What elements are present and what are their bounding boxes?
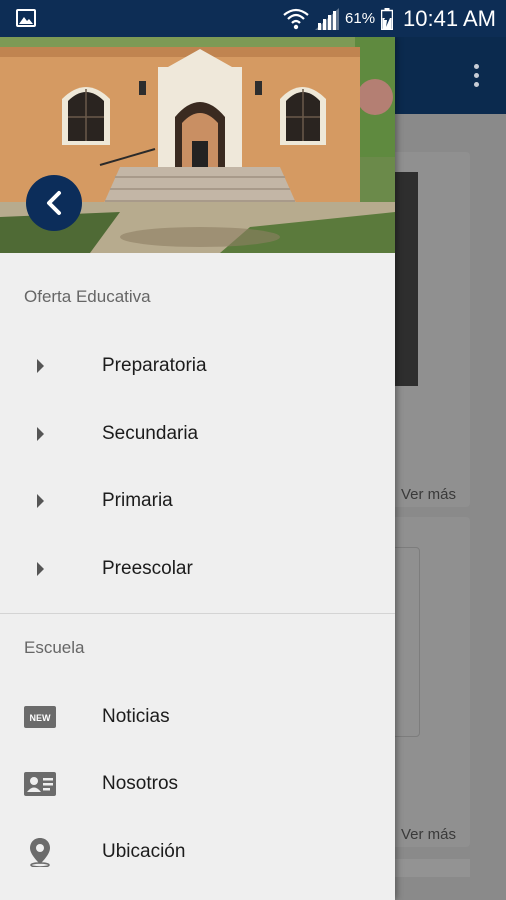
menu-item-label: Preescolar [102,558,193,579]
caret-right-icon [24,350,56,382]
back-button[interactable] [26,175,82,231]
overflow-menu-icon[interactable] [474,64,480,88]
news-icon: NEW [24,701,56,733]
menu-item-label: Noticias [102,706,170,727]
menu-item-label: Secundaria [102,423,199,444]
contact-card-icon [24,768,56,800]
caret-right-icon [24,418,56,450]
drawer-header-image [0,37,395,253]
location-pin-icon [24,836,56,868]
menu-item-ubicacion[interactable]: Ubicación [0,824,395,880]
menu-item-preparatoria[interactable]: Preparatoria [0,338,395,394]
navigation-drawer: Oferta Educativa Preparatoria Secundaria… [0,37,395,900]
menu-item-label: Preparatoria [102,355,207,376]
menu-item-label: Nosotros [102,773,179,794]
chevron-left-icon [47,191,61,215]
menu-item-label: Ubicación [102,841,186,862]
card-ver-mas-link[interactable]: Ver más [401,486,456,503]
caret-right-icon [24,485,56,517]
battery-charging-icon [381,7,394,30]
menu-item-primaria[interactable]: Primaria [0,473,395,529]
card-edge [395,859,470,877]
section-divider [0,613,395,614]
menu-item-nosotros[interactable]: Nosotros [0,756,395,812]
clock: 10:41 AM [403,5,496,31]
section-title-oferta-educativa: Oferta Educativa [24,287,151,306]
menu-item-label: Primaria [102,490,173,511]
menu-item-secundaria[interactable]: Secundaria [0,406,395,462]
status-indicators: 61% 10:41 AM [283,0,496,37]
battery-percent: 61% [345,10,376,27]
signal-icon [315,7,340,30]
svg-text:NEW: NEW [30,713,52,723]
card-ver-mas-link[interactable]: Ver más [401,826,456,843]
menu-item-noticias[interactable]: NEW Noticias [0,689,395,745]
caret-right-icon [24,553,56,585]
section-title-escuela: Escuela [24,638,85,657]
menu-item-preescolar[interactable]: Preescolar [0,541,395,597]
wifi-icon [283,8,309,29]
status-bar: 61% 10:41 AM [0,0,506,37]
gallery-notification-icon [16,9,36,27]
